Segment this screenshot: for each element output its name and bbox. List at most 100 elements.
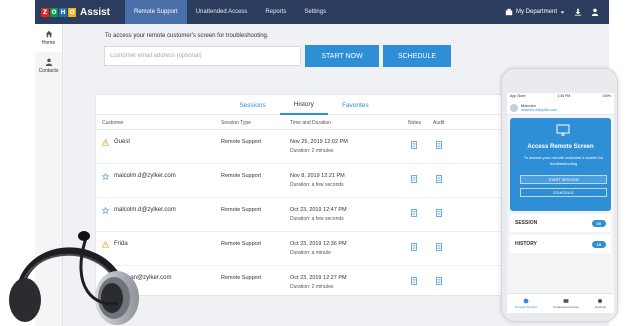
phone-tab-unattended-access[interactable]: Unattended Access — [553, 294, 579, 313]
phone-user-header: Malcolm malcolm.d@zylker.com — [507, 101, 614, 115]
session-type: Remote Support — [221, 207, 262, 213]
zoho-logo-blocks: Z O H O — [41, 7, 76, 17]
nav-settings[interactable]: Settings — [295, 0, 335, 24]
start-session-button[interactable]: START SESSION — [520, 175, 607, 184]
table-row[interactable]: Frida Remote Support Oct 23, 2019 12:36 PM… — [96, 233, 512, 266]
app-logo[interactable]: Z O H O Assist — [35, 7, 125, 18]
session-duration: Duration: 2 minutes — [290, 284, 334, 290]
access-prompt: To access your remote customer's screen … — [105, 33, 269, 39]
status-battery: 100% — [602, 94, 611, 98]
headset-illustration — [9, 231, 139, 325]
gear-icon — [598, 298, 603, 304]
phone-tab-label: Unattended Access — [553, 305, 579, 309]
customer-name: Guest — [114, 139, 131, 145]
session-datetime: Oct 23, 2019 12:47 PM — [290, 207, 347, 213]
avatar — [510, 103, 518, 112]
table-row[interactable]: Guest Remote Support Nov 25, 2019 12:02 PM… — [96, 131, 512, 164]
notes-icon[interactable] — [411, 277, 417, 285]
notes-icon[interactable] — [411, 243, 417, 251]
audit-icon[interactable] — [436, 175, 442, 183]
customer-name: malcolm.d@zylker.com — [114, 173, 176, 179]
col-notes: Notes — [408, 120, 422, 126]
session-duration: Duration: a few seconds — [290, 216, 344, 222]
session-time: Nov 25, 2019 12:02 PM Duration: 2 minutes — [290, 138, 348, 156]
session-time: Oct 23, 2019 12:27 PM Duration: 2 minutes — [290, 274, 347, 292]
sidebar-item-home[interactable]: Home — [35, 24, 62, 52]
download-icon[interactable] — [574, 8, 582, 16]
nav-remote-support[interactable]: Remote Support — [125, 0, 187, 24]
audit-icon[interactable] — [436, 209, 442, 217]
tab-sessions[interactable]: Sessions — [225, 95, 279, 115]
tab-favorites[interactable]: Favorites — [328, 95, 383, 115]
logo-letter: H — [59, 7, 67, 17]
contacts-icon — [45, 58, 52, 66]
unattended-icon — [563, 299, 569, 303]
schedule-button[interactable]: SCHEDULE — [383, 45, 451, 67]
notes-icon[interactable] — [411, 141, 417, 149]
customer-email-input[interactable] — [104, 46, 301, 66]
top-right-controls: My Department — [505, 8, 609, 16]
star-icon[interactable] — [102, 207, 109, 214]
session-time: Oct 23, 2019 12:47 PM Duration: a few sec… — [290, 206, 347, 224]
table-row[interactable]: jonathan@zylker.com Remote Support Oct 23,… — [96, 267, 512, 300]
phone-tab-label: Remote Support — [515, 305, 537, 309]
phone-screen: App Store 1:45 PM 100% Malcolm malcolm.d… — [507, 93, 614, 313]
session-type: Remote Support — [221, 275, 262, 281]
star-icon[interactable] — [102, 173, 109, 180]
tab-history[interactable]: History — [279, 95, 328, 115]
history-row[interactable]: HISTORY 15 — [510, 235, 611, 253]
phone-status-bar: App Store 1:45 PM 100% — [507, 93, 614, 101]
department-selector[interactable]: My Department — [505, 8, 565, 16]
notes-icon[interactable] — [411, 175, 417, 183]
notes-icon[interactable] — [411, 209, 417, 217]
table-row[interactable]: malcolm.d@zylker.com Remote Support Nov 8,… — [96, 165, 512, 198]
table-row[interactable]: malcolm.d@zylker.com Remote Support Oct 23… — [96, 199, 512, 232]
col-customer: Customer — [102, 120, 124, 126]
phone-schedule-button[interactable]: SCHEDULE — [520, 188, 607, 197]
app-name: Assist — [80, 6, 111, 18]
nav-reports[interactable]: Reports — [256, 0, 295, 24]
department-icon — [505, 8, 513, 16]
top-bar: Z O H O Assist Remote Support Unattended… — [35, 0, 609, 24]
department-label: My Department — [515, 9, 557, 15]
start-now-button[interactable]: START NOW — [305, 45, 379, 67]
session-row[interactable]: SESSION 00 — [510, 214, 611, 232]
status-carrier: App Store — [510, 94, 526, 98]
sidebar-item-contacts[interactable]: Contacts — [35, 52, 62, 80]
history-label: HISTORY — [515, 241, 537, 247]
session-duration: Duration: a minute — [290, 250, 331, 256]
access-card-title: Access Remote Screen — [527, 144, 594, 150]
col-audit: Audit — [433, 120, 445, 126]
home-icon — [45, 30, 52, 38]
session-type: Remote Support — [221, 241, 262, 247]
session-time: Oct 23, 2019 12:36 PM Duration: a minute — [290, 240, 347, 258]
mobile-phone-mockup: App Store 1:45 PM 100% Malcolm malcolm.d… — [501, 68, 618, 322]
logo-letter: O — [68, 7, 76, 17]
audit-icon[interactable] — [436, 141, 442, 149]
phone-tab-remote-support[interactable]: Remote Support — [515, 294, 537, 313]
screenshot-stage: Z O H O Assist Remote Support Unattended… — [0, 0, 627, 326]
monitor-icon — [556, 124, 570, 136]
customer-name: malcolm.d@zylker.com — [114, 207, 176, 213]
phone-user-email: malcolm.d@zylker.com — [521, 107, 558, 112]
session-datetime: Oct 23, 2019 12:27 PM — [290, 275, 347, 281]
session-datetime: Nov 25, 2019 12:02 PM — [290, 139, 348, 145]
session-type: Remote Support — [221, 173, 262, 179]
session-duration: Duration: a few seconds — [290, 182, 344, 188]
phone-tab-settings[interactable]: Settings — [595, 294, 606, 313]
main-nav: Remote Support Unattended Access Reports… — [125, 0, 335, 24]
warning-icon — [102, 139, 109, 146]
logo-letter: O — [50, 7, 58, 17]
col-time-duration: Time and Duration — [290, 120, 331, 126]
status-time: 1:45 PM — [557, 94, 571, 98]
audit-icon[interactable] — [436, 243, 442, 251]
headset-icon — [523, 298, 529, 304]
session-type: Remote Support — [221, 139, 262, 145]
phone-tab-label: Settings — [595, 305, 606, 309]
session-count-badge: 00 — [591, 219, 606, 227]
audit-icon[interactable] — [436, 277, 442, 285]
user-icon[interactable] — [591, 8, 599, 16]
session-datetime: Nov 8, 2019 12:21 PM — [290, 173, 345, 179]
nav-unattended-access[interactable]: Unattended Access — [187, 0, 257, 24]
phone-user-info: Malcolm malcolm.d@zylker.com — [521, 103, 557, 113]
